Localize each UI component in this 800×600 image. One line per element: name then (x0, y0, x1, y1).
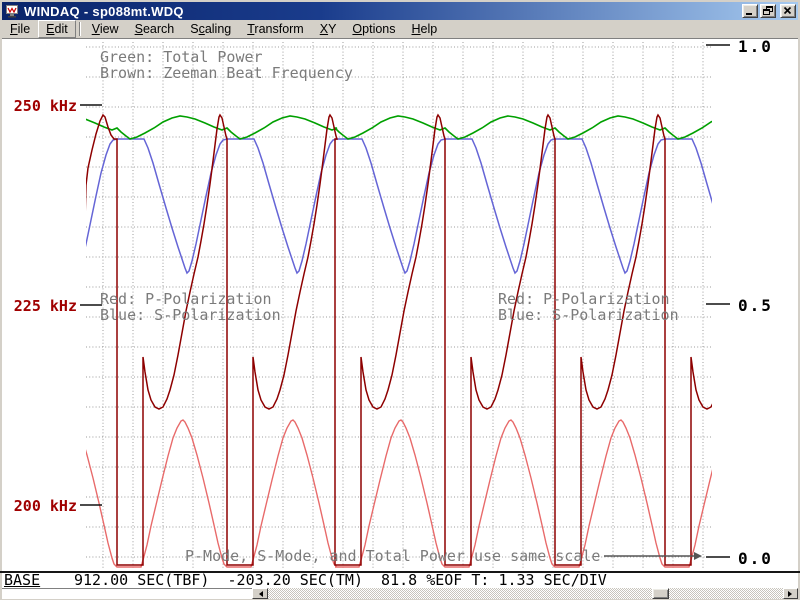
menu-help[interactable]: Help (404, 20, 446, 38)
right-axis-tick-0.5: 0.5 (738, 296, 773, 315)
restore-icon (763, 6, 773, 16)
status-values: 912.00 SEC(TBF) -203.20 SEC(TM) 81.8 %EO… (74, 573, 607, 588)
menu-transform[interactable]: Transform (239, 20, 312, 38)
close-button[interactable] (780, 4, 796, 18)
minimize-button[interactable] (742, 4, 758, 18)
close-icon (783, 6, 793, 16)
menu-bar: File Edit View Search Scaling Transform … (2, 20, 798, 39)
scroll-right-button[interactable] (783, 588, 798, 599)
right-axis-tick-1.0: 1.0 (738, 37, 773, 56)
right-axis-tick-0.0: 0.0 (738, 549, 773, 568)
left-axis-tick-225: 225 kHz (13, 297, 77, 315)
menu-options[interactable]: Options (344, 20, 403, 38)
windaq-app-icon (4, 4, 20, 18)
legend-middle-left: Red: P-PolarizationBlue: S-Polarization (100, 291, 281, 323)
status-bar: BASE 912.00 SEC(TBF) -203.20 SEC(TM) 81.… (2, 573, 798, 588)
minimize-icon (745, 6, 755, 16)
title-bar: WINDAQ - sp088mt.WDQ (2, 2, 798, 20)
legend-top: Green: Total PowerBrown: Zeeman Beat Fre… (100, 49, 353, 81)
menu-edit[interactable]: Edit (38, 20, 76, 38)
menu-file[interactable]: File (2, 20, 38, 38)
window-title: WINDAQ - sp088mt.WDQ (24, 4, 184, 19)
horizontal-scrollbar (2, 588, 798, 599)
left-axis-tick-250: 250 kHz (13, 97, 77, 115)
menu-view[interactable]: View (84, 20, 127, 38)
left-axis-tick-200: 200 kHz (13, 497, 77, 515)
menu-search[interactable]: Search (127, 20, 183, 38)
left-arrow-icon (256, 591, 263, 597)
scrollbar-thumb[interactable] (652, 588, 669, 599)
window-controls (740, 4, 796, 18)
scroll-left-button[interactable] (252, 588, 268, 599)
legend-middle-right: Red: P-PolarizationBlue: S-Polarization (498, 291, 679, 323)
restore-button[interactable] (760, 4, 776, 18)
scrollbar-track[interactable] (268, 588, 783, 599)
right-arrow-icon (788, 591, 795, 597)
status-base-label: BASE (4, 573, 40, 588)
menu-xy[interactable]: XY (312, 20, 345, 38)
windaq-window: { "window": { "title": "WINDAQ - sp088mt… (0, 0, 800, 600)
menu-scaling[interactable]: Scaling (182, 20, 239, 38)
menu-separator (79, 22, 81, 36)
scrollbar-left-pane (2, 588, 252, 599)
legend-bottom: P-Mode, S-Mode, and Total Power use same… (185, 548, 600, 564)
